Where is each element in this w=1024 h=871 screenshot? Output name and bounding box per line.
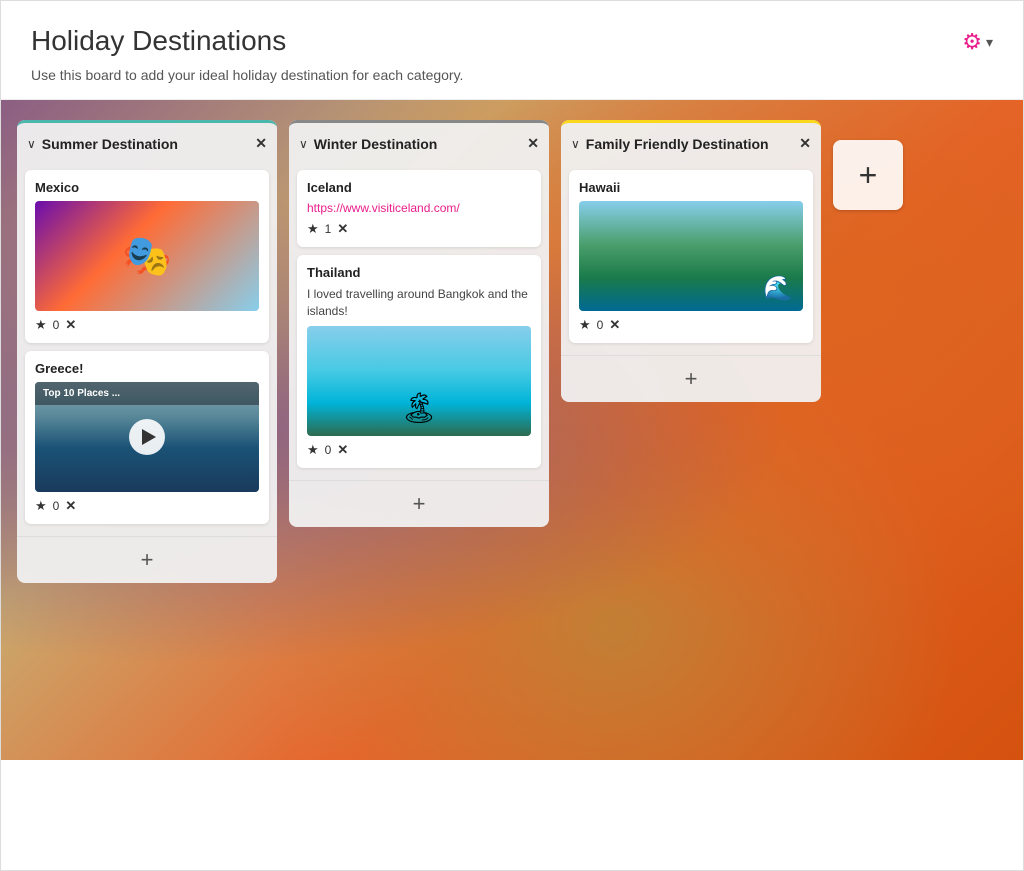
card-thailand-image — [307, 326, 531, 436]
column-winter-header: ∨ Winter Destination ✕ — [289, 120, 549, 162]
card-thailand-delete-icon[interactable]: ✕ — [337, 442, 348, 458]
page-subtitle: Use this board to add your ideal holiday… — [31, 67, 463, 83]
card-iceland-title: Iceland — [307, 180, 531, 195]
card-greece-image[interactable]: Top 10 Places ... — [35, 382, 259, 492]
settings-chevron-icon[interactable]: ▾ — [986, 34, 993, 51]
card-greece-star-count: 0 — [53, 499, 60, 513]
card-iceland-link[interactable]: https://www.visiticeland.com/ — [307, 201, 531, 215]
column-family-header-left: ∨ Family Friendly Destination — [571, 136, 769, 152]
column-winter-title: Winter Destination — [314, 136, 438, 152]
column-summer-chevron-icon[interactable]: ∨ — [27, 137, 36, 151]
column-summer-body: Mexico ★ 0 ✕ Greece! — [17, 162, 277, 532]
card-hawaii-delete-icon[interactable]: ✕ — [609, 317, 620, 333]
column-summer: ∨ Summer Destination ✕ Mexico ★ 0 ✕ — [17, 120, 277, 583]
greece-play-button[interactable] — [129, 419, 165, 455]
card-hawaii: Hawaii ★ 0 ✕ — [569, 170, 813, 343]
card-greece-title: Greece! — [35, 361, 259, 376]
column-family-title: Family Friendly Destination — [586, 136, 769, 152]
card-iceland-star-icon[interactable]: ★ — [307, 221, 319, 237]
card-iceland: Iceland https://www.visiticeland.com/ ★ … — [297, 170, 541, 247]
add-card-summer-button[interactable]: + — [27, 547, 267, 573]
card-mexico-star-icon[interactable]: ★ — [35, 317, 47, 333]
card-iceland-footer: ★ 1 ✕ — [307, 221, 531, 237]
card-thailand-footer: ★ 0 ✕ — [307, 442, 531, 458]
add-column-button[interactable]: + — [833, 140, 903, 210]
greece-video-overlay: Top 10 Places ... — [35, 382, 259, 405]
card-thailand-title: Thailand — [307, 265, 531, 280]
header: Holiday Destinations Use this board to a… — [1, 1, 1023, 100]
board-area: ∨ Summer Destination ✕ Mexico ★ 0 ✕ — [1, 100, 1023, 760]
greece-video-label: Top 10 Places ... — [43, 388, 120, 399]
card-thailand-star-icon[interactable]: ★ — [307, 442, 319, 458]
card-thailand: Thailand I loved travelling around Bangk… — [297, 255, 541, 468]
column-summer-header-left: ∨ Summer Destination — [27, 136, 178, 152]
card-hawaii-footer: ★ 0 ✕ — [579, 317, 803, 333]
card-mexico-footer: ★ 0 ✕ — [35, 317, 259, 333]
card-mexico-image — [35, 201, 259, 311]
page-title: Holiday Destinations — [31, 25, 463, 57]
card-thailand-description: I loved travelling around Bangkok and th… — [307, 286, 531, 320]
column-family-header: ∨ Family Friendly Destination ✕ — [561, 120, 821, 162]
column-summer-footer: + — [17, 536, 277, 583]
card-hawaii-title: Hawaii — [579, 180, 803, 195]
column-winter-chevron-icon[interactable]: ∨ — [299, 137, 308, 151]
column-winter-close-icon[interactable]: ✕ — [527, 135, 539, 152]
card-greece-delete-icon[interactable]: ✕ — [65, 498, 76, 514]
page-wrapper: Holiday Destinations Use this board to a… — [0, 0, 1024, 871]
board-columns: ∨ Summer Destination ✕ Mexico ★ 0 ✕ — [1, 100, 1023, 760]
column-winter: ∨ Winter Destination ✕ Iceland https://w… — [289, 120, 549, 527]
column-family-chevron-icon[interactable]: ∨ — [571, 137, 580, 151]
settings-icon[interactable]: ⚙ — [962, 29, 982, 55]
column-family-body: Hawaii ★ 0 ✕ — [561, 162, 821, 351]
add-card-family-button[interactable]: + — [571, 366, 811, 392]
column-winter-header-left: ∨ Winter Destination — [299, 136, 437, 152]
header-left: Holiday Destinations Use this board to a… — [31, 25, 463, 83]
card-mexico-delete-icon[interactable]: ✕ — [65, 317, 76, 333]
card-iceland-delete-icon[interactable]: ✕ — [337, 221, 348, 237]
column-winter-body: Iceland https://www.visiticeland.com/ ★ … — [289, 162, 549, 476]
column-family-footer: + — [561, 355, 821, 402]
header-controls: ⚙ ▾ — [962, 29, 993, 55]
greece-video-bg: Top 10 Places ... — [35, 382, 259, 492]
card-hawaii-image — [579, 201, 803, 311]
column-family-close-icon[interactable]: ✕ — [799, 135, 811, 152]
column-summer-title: Summer Destination — [42, 136, 178, 152]
card-iceland-star-count: 1 — [325, 222, 332, 236]
card-thailand-star-count: 0 — [325, 443, 332, 457]
add-card-winter-button[interactable]: + — [299, 491, 539, 517]
column-winter-footer: + — [289, 480, 549, 527]
column-summer-close-icon[interactable]: ✕ — [255, 135, 267, 152]
card-hawaii-star-icon[interactable]: ★ — [579, 317, 591, 333]
card-greece: Greece! Top 10 Places ... ★ 0 — [25, 351, 269, 524]
card-greece-star-icon[interactable]: ★ — [35, 498, 47, 514]
card-hawaii-star-count: 0 — [597, 318, 604, 332]
card-greece-footer: ★ 0 ✕ — [35, 498, 259, 514]
card-mexico-star-count: 0 — [53, 318, 60, 332]
column-family: ∨ Family Friendly Destination ✕ Hawaii ★… — [561, 120, 821, 402]
card-mexico-title: Mexico — [35, 180, 259, 195]
column-summer-header: ∨ Summer Destination ✕ — [17, 120, 277, 162]
card-mexico: Mexico ★ 0 ✕ — [25, 170, 269, 343]
